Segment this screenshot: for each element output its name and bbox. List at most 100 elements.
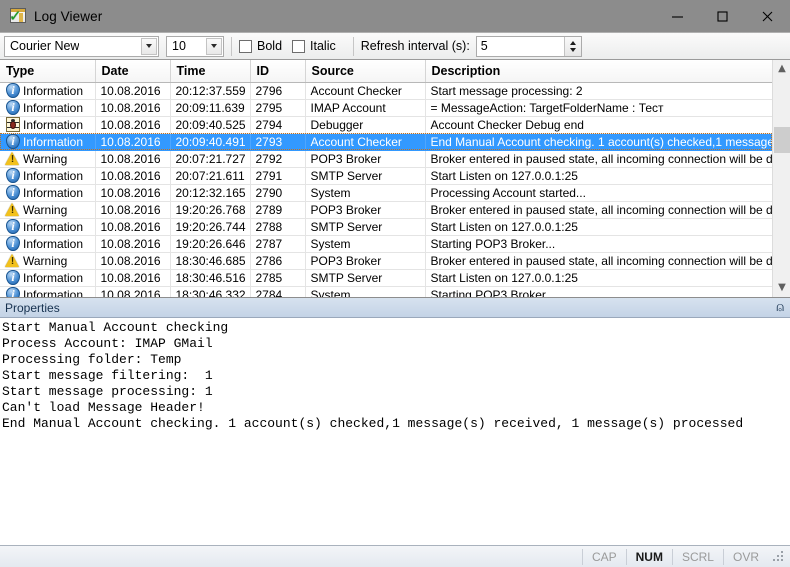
scroll-up-icon[interactable]: ▲ bbox=[773, 60, 790, 78]
table-row[interactable]: i Information 10.08.2016 18:30:46.332 2784 Sy… bbox=[0, 286, 772, 297]
table-row[interactable]: i Information 10.08.2016 20:12:32.165 2790 Sy… bbox=[0, 184, 772, 202]
window-controls bbox=[655, 0, 790, 32]
cell-source: System bbox=[305, 235, 426, 253]
column-header-date[interactable]: Date bbox=[95, 60, 171, 83]
column-header-type[interactable]: Type bbox=[0, 60, 96, 83]
table-row[interactable]: i Information 10.08.2016 20:07:21.611 2791 SM… bbox=[0, 167, 772, 185]
cell-description: Start Listen on 127.0.0.1:25 bbox=[425, 167, 772, 185]
cell-date: 10.08.2016 bbox=[95, 184, 171, 202]
cell-source: POP3 Broker bbox=[305, 150, 426, 168]
column-header-id[interactable]: ID bbox=[250, 60, 306, 83]
table-row[interactable]: i Information 10.08.2016 20:12:37.559 2796 Ac… bbox=[0, 82, 772, 100]
cell-time: 20:09:11.639 bbox=[170, 99, 251, 117]
cell-source: SMTP Server bbox=[305, 218, 426, 236]
table-row[interactable]: i Information 10.08.2016 18:30:46.516 2785 SM… bbox=[0, 269, 772, 287]
cell-date: 10.08.2016 bbox=[95, 252, 171, 270]
properties-line: Start message processing: 1 bbox=[2, 384, 213, 399]
scrollbar-thumb[interactable] bbox=[774, 127, 790, 153]
cell-date: 10.08.2016 bbox=[95, 201, 171, 219]
cell-description: Starting POP3 Broker... bbox=[425, 235, 772, 253]
column-header-time[interactable]: Time bbox=[170, 60, 251, 83]
cell-source: System bbox=[305, 184, 426, 202]
cell-description: Starting POP3 Broker... bbox=[425, 286, 772, 297]
refresh-interval-label: Refresh interval (s): bbox=[360, 39, 470, 53]
cell-id: 2789 bbox=[250, 201, 306, 219]
toolbar-separator bbox=[352, 36, 354, 56]
grid-vertical-scrollbar[interactable]: ▲ ▼ bbox=[772, 60, 790, 297]
font-family-combobox[interactable]: Courier New bbox=[4, 35, 159, 57]
properties-header: Properties ⍝ bbox=[0, 298, 790, 318]
refresh-interval-value[interactable]: 5 bbox=[477, 39, 564, 53]
cell-type: i Information bbox=[0, 82, 96, 100]
cell-time: 18:30:46.332 bbox=[170, 286, 251, 297]
properties-text[interactable]: Start Manual Account checking Process Acc… bbox=[0, 318, 790, 545]
cell-id: 2786 bbox=[250, 252, 306, 270]
table-row[interactable]: ! Warning 10.08.2016 20:07:21.727 2792 POP3 B… bbox=[0, 150, 772, 168]
status-cell-ovr: OVR bbox=[722, 548, 768, 565]
properties-line: Start Manual Account checking bbox=[2, 320, 229, 335]
cell-date: 10.08.2016 bbox=[95, 218, 171, 236]
cell-description: Broker entered in paused state, all inco… bbox=[425, 150, 772, 168]
stepper-down-icon[interactable] bbox=[569, 47, 576, 52]
debug-bug-icon bbox=[5, 117, 21, 132]
status-cell-cap: CAP bbox=[581, 548, 626, 565]
checkbox-box[interactable] bbox=[292, 39, 306, 53]
properties-line: Start message filtering: 1 bbox=[2, 368, 213, 383]
table-row[interactable]: i Information 10.08.2016 20:09:11.639 2795 IM… bbox=[0, 99, 772, 117]
cell-id: 2795 bbox=[250, 99, 306, 117]
cell-description: Start message processing: 2 bbox=[425, 82, 772, 100]
cell-type-label: Information bbox=[23, 219, 84, 234]
cell-time: 20:07:21.611 bbox=[170, 167, 251, 185]
table-row[interactable]: ! Warning 10.08.2016 19:20:26.768 2789 POP3 B… bbox=[0, 201, 772, 219]
cell-source: SMTP Server bbox=[305, 269, 426, 287]
close-button[interactable] bbox=[745, 0, 790, 32]
stepper-buttons[interactable] bbox=[563, 36, 581, 56]
italic-checkbox[interactable]: Italic bbox=[292, 39, 336, 53]
table-row[interactable]: Information 10.08.2016 20:09:40.525 2794 Deb… bbox=[0, 116, 772, 134]
table-row[interactable]: i Information 10.08.2016 19:20:26.646 2787 Sy… bbox=[0, 235, 772, 253]
minimize-button[interactable] bbox=[655, 0, 700, 32]
cell-description: Broker entered in paused state, all inco… bbox=[425, 252, 772, 270]
cell-type-label: Information bbox=[23, 134, 84, 149]
cell-type: i Information bbox=[0, 132, 96, 151]
pin-icon[interactable]: ⍝ bbox=[776, 300, 784, 316]
maximize-button[interactable] bbox=[700, 0, 745, 32]
information-icon: i bbox=[5, 134, 21, 149]
column-header-source[interactable]: Source bbox=[305, 60, 426, 83]
resize-grip[interactable] bbox=[772, 550, 786, 564]
cell-id: 2791 bbox=[250, 167, 306, 185]
log-viewer-window: ✓ Log Viewer Courier New 10 Bold Italic … bbox=[0, 0, 790, 567]
cell-type: Information bbox=[0, 116, 96, 134]
information-icon: i bbox=[5, 219, 21, 234]
cell-type: i Information bbox=[0, 99, 96, 117]
log-grid-viewport: Type Date Time ID Source Description i In… bbox=[0, 60, 772, 297]
font-size-combobox[interactable]: 10 bbox=[166, 35, 224, 57]
window-title: Log Viewer bbox=[34, 8, 103, 24]
chevron-down-icon[interactable] bbox=[141, 37, 157, 55]
column-header-description[interactable]: Description bbox=[425, 60, 772, 83]
bold-checkbox[interactable]: Bold bbox=[239, 39, 282, 53]
table-row[interactable]: i Information 10.08.2016 20:09:40.491 2793 Ac… bbox=[0, 132, 772, 151]
cell-id: 2787 bbox=[250, 235, 306, 253]
checkbox-box[interactable] bbox=[239, 39, 252, 53]
properties-line: Processing folder: Temp bbox=[2, 352, 182, 367]
refresh-interval-stepper[interactable]: 5 bbox=[475, 35, 582, 57]
cell-id: 2793 bbox=[250, 133, 306, 151]
cell-source: Account Checker bbox=[305, 82, 426, 100]
cell-description: Start Listen on 127.0.0.1:25 bbox=[425, 269, 772, 287]
cell-type-label: Warning bbox=[23, 151, 68, 166]
table-row[interactable]: ! Warning 10.08.2016 18:30:46.685 2786 POP3 B… bbox=[0, 252, 772, 270]
statusbar-cells: CAP NUM SCRL OVR bbox=[581, 548, 768, 565]
font-family-value: Courier New bbox=[10, 39, 80, 53]
toolbar-separator bbox=[231, 36, 232, 56]
properties-title: Properties bbox=[5, 300, 60, 315]
stepper-up-icon[interactable] bbox=[569, 40, 576, 45]
log-viewer-app-icon: ✓ bbox=[9, 8, 26, 24]
statusbar: CAP NUM SCRL OVR bbox=[0, 545, 790, 567]
chevron-down-icon[interactable] bbox=[206, 37, 222, 55]
scroll-down-icon[interactable]: ▼ bbox=[773, 279, 790, 297]
table-row[interactable]: i Information 10.08.2016 19:20:26.744 2788 SM… bbox=[0, 218, 772, 236]
properties-line: End Manual Account checking. 1 account(s… bbox=[2, 416, 744, 431]
cell-id: 2785 bbox=[250, 269, 306, 287]
status-cell-scrl: SCRL bbox=[671, 548, 723, 565]
